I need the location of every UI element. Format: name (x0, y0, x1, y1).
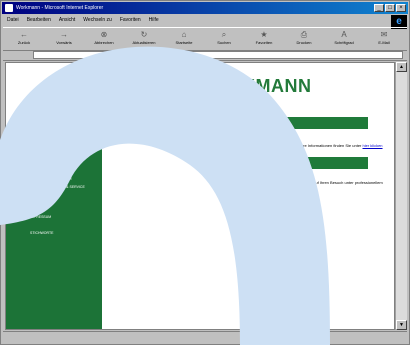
mail-button[interactable]: ✉ E-Mail (367, 28, 401, 45)
refresh-icon: ↻ (140, 30, 148, 39)
sidebar-nav: HOME UNTERNEHMEN ANGEBOT SOFTWAREPRODUKT… (6, 133, 102, 329)
refresh-button[interactable]: ↻ Aktualisieren (127, 28, 161, 45)
back-button[interactable]: ← Zurück (7, 28, 41, 45)
print-icon: ⎙ (300, 30, 308, 39)
menu-edit[interactable]: Bearbeiten (27, 15, 51, 25)
title-bar: Workmann - Microsoft Internet Explorer _… (2, 2, 408, 14)
window-title: Workmann - Microsoft Internet Explorer (16, 5, 104, 11)
sidebar-item-company[interactable]: UNTERNEHMEN (30, 153, 57, 158)
info-text: und weitere Informationen finden Sie unt… (286, 143, 383, 148)
home-button[interactable]: ⌂ Startseite (167, 28, 201, 45)
search-icon: ⌕ (221, 30, 227, 39)
sidebar-item-imprint[interactable]: IMPRESSUM (30, 215, 51, 220)
stop-icon: ⊗ (100, 30, 108, 39)
home-icon: ⌂ (181, 30, 187, 39)
info-link[interactable]: hier klicken (363, 143, 383, 148)
sidebar-item-partner[interactable]: PARTNER (30, 199, 46, 204)
menu-help[interactable]: Hilfe (149, 15, 159, 25)
minimize-button[interactable]: _ (374, 4, 384, 12)
welcome-text: Wir freuen uns auf Ihren Besuch unter pr… (286, 180, 383, 185)
menu-view[interactable]: Ansicht (59, 15, 75, 25)
font-size-button[interactable]: A Schriftgrad (327, 28, 361, 45)
menu-favorites[interactable]: Favoriten (120, 15, 141, 25)
browser-window: Workmann - Microsoft Internet Explorer _… (0, 0, 410, 345)
address-input[interactable] (33, 51, 403, 59)
standard-toolbar: ← Zurück → Vorwärts ⊗ Abbrechen ↻ Aktual… (3, 27, 407, 51)
favorites-button[interactable]: ★ Favoriten (247, 28, 281, 45)
print-button[interactable]: ⎙ Drucken (287, 28, 321, 45)
sidebar-item-services[interactable]: DIENSTLEISTUNGEN & SERVICE (30, 185, 90, 190)
menu-bar: Datei Bearbeiten Ansicht Wechseln zu Fav… (3, 15, 389, 25)
vertical-scrollbar[interactable]: ▲ ▼ (395, 62, 407, 330)
scroll-down-icon[interactable]: ▼ (396, 320, 407, 330)
sidebar-item-offer[interactable]: ANGEBOT (30, 161, 47, 166)
search-button[interactable]: ⌕ Suchen (207, 28, 241, 45)
sidebar-item-home[interactable]: HOME (30, 145, 41, 150)
forward-arrow-icon: → (60, 30, 68, 39)
favorites-icon: ★ (260, 30, 268, 39)
sidebar-item-hardware[interactable]: HARDWARE & ZUBEHÖR (30, 177, 72, 182)
menu-file[interactable]: Datei (7, 15, 19, 25)
font-size-icon: A (341, 30, 347, 39)
close-button[interactable]: × (396, 4, 406, 12)
scroll-up-icon[interactable]: ▲ (396, 62, 407, 72)
menu-go[interactable]: Wechseln zu (83, 15, 112, 25)
ie-app-icon (5, 4, 13, 12)
header-green-bar (238, 117, 368, 129)
back-arrow-icon: ← (20, 30, 28, 39)
forward-button[interactable]: → Vorwärts (47, 28, 81, 45)
stop-button[interactable]: ⊗ Abbrechen (87, 28, 121, 45)
sidebar-item-software[interactable]: SOFTWAREPRODUKTE (30, 169, 69, 174)
site-logo-text: KMANN (242, 76, 312, 96)
maximize-button[interactable]: □ (385, 4, 395, 12)
address-bar (3, 50, 407, 61)
sidebar-item-keywords[interactable]: STICHWORTE (30, 231, 53, 236)
page-viewport: KMANN und weitere Informationen finden S… (5, 62, 395, 330)
status-bar (3, 331, 407, 343)
section-green-bar (238, 157, 368, 169)
mail-icon: ✉ (380, 30, 388, 39)
sidebar-item-contact[interactable]: KONTAKT (30, 207, 46, 212)
